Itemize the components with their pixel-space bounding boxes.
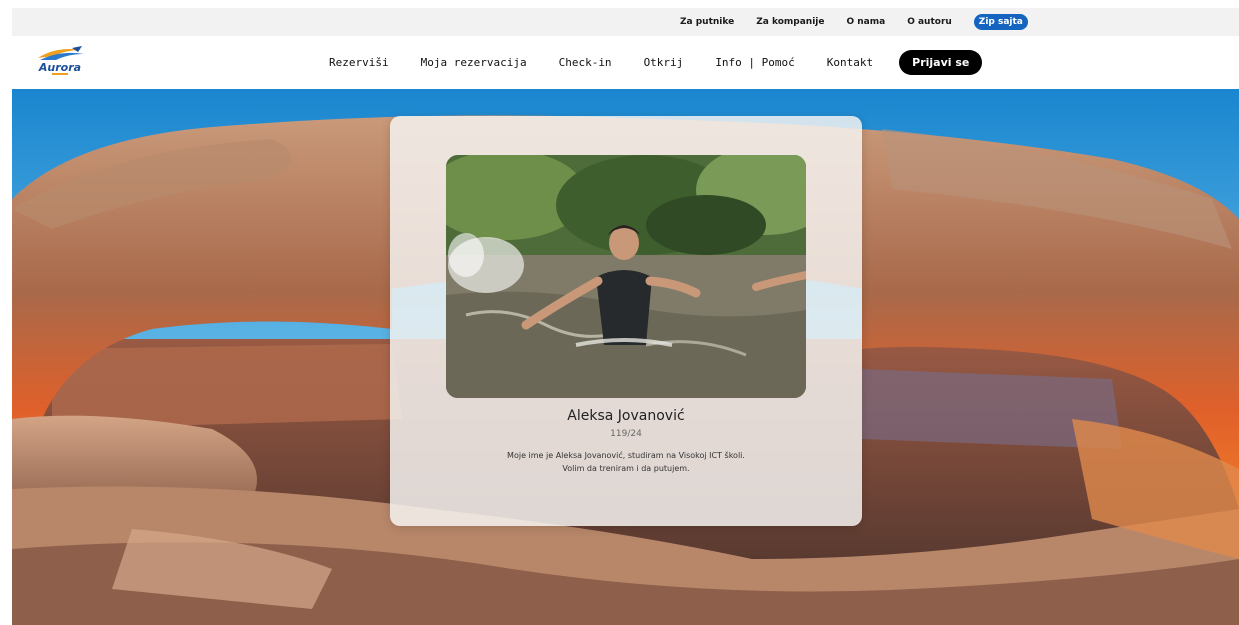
svg-text:Aurora: Aurora [38, 61, 81, 74]
author-card: Aleksa Jovanović 119/24 Moje ime je Alek… [390, 116, 862, 526]
link-o-nama[interactable]: O nama [846, 17, 885, 27]
author-photo [446, 155, 806, 398]
nav-moja-rezervacija[interactable]: Moja rezervacija [421, 56, 527, 69]
aurora-logo[interactable]: Aurora [32, 44, 88, 78]
nav-kontakt[interactable]: Kontakt [827, 56, 873, 69]
top-utility-bar: Za putnike Za kompanije O nama O autoru … [12, 8, 1239, 36]
nav-check-in[interactable]: Check-in [559, 56, 612, 69]
author-name: Aleksa Jovanović [567, 408, 685, 424]
zip-sajta-button[interactable]: Zip sajta [973, 14, 1028, 30]
nav-info-pomoc[interactable]: Info | Pomoć [715, 56, 794, 69]
author-index-number: 119/24 [610, 429, 642, 439]
utility-links: Za putnike Za kompanije O nama O autoru … [680, 8, 1028, 36]
nav-rezervisi[interactable]: Rezerviši [329, 56, 389, 69]
author-bio-line-2: Volim da treniram i da putujem. [562, 464, 690, 473]
link-za-putnike[interactable]: Za putnike [680, 17, 734, 27]
author-bio-line-1: Moje ime je Aleksa Jovanović, studiram n… [507, 451, 745, 460]
link-za-kompanije[interactable]: Za kompanije [756, 17, 824, 27]
link-o-autoru[interactable]: O autoru [907, 17, 952, 27]
aurora-logo-icon: Aurora [38, 46, 84, 75]
nav-menu: Rezerviši Moja rezervacija Check-in Otkr… [329, 36, 983, 88]
login-button[interactable]: Prijavi se [899, 49, 983, 75]
main-navbar: Aurora Rezerviši Moja rezervacija Check-… [12, 36, 1239, 88]
author-bio: Moje ime je Aleksa Jovanović, studiram n… [450, 449, 802, 475]
nav-otkrij[interactable]: Otkrij [644, 56, 684, 69]
